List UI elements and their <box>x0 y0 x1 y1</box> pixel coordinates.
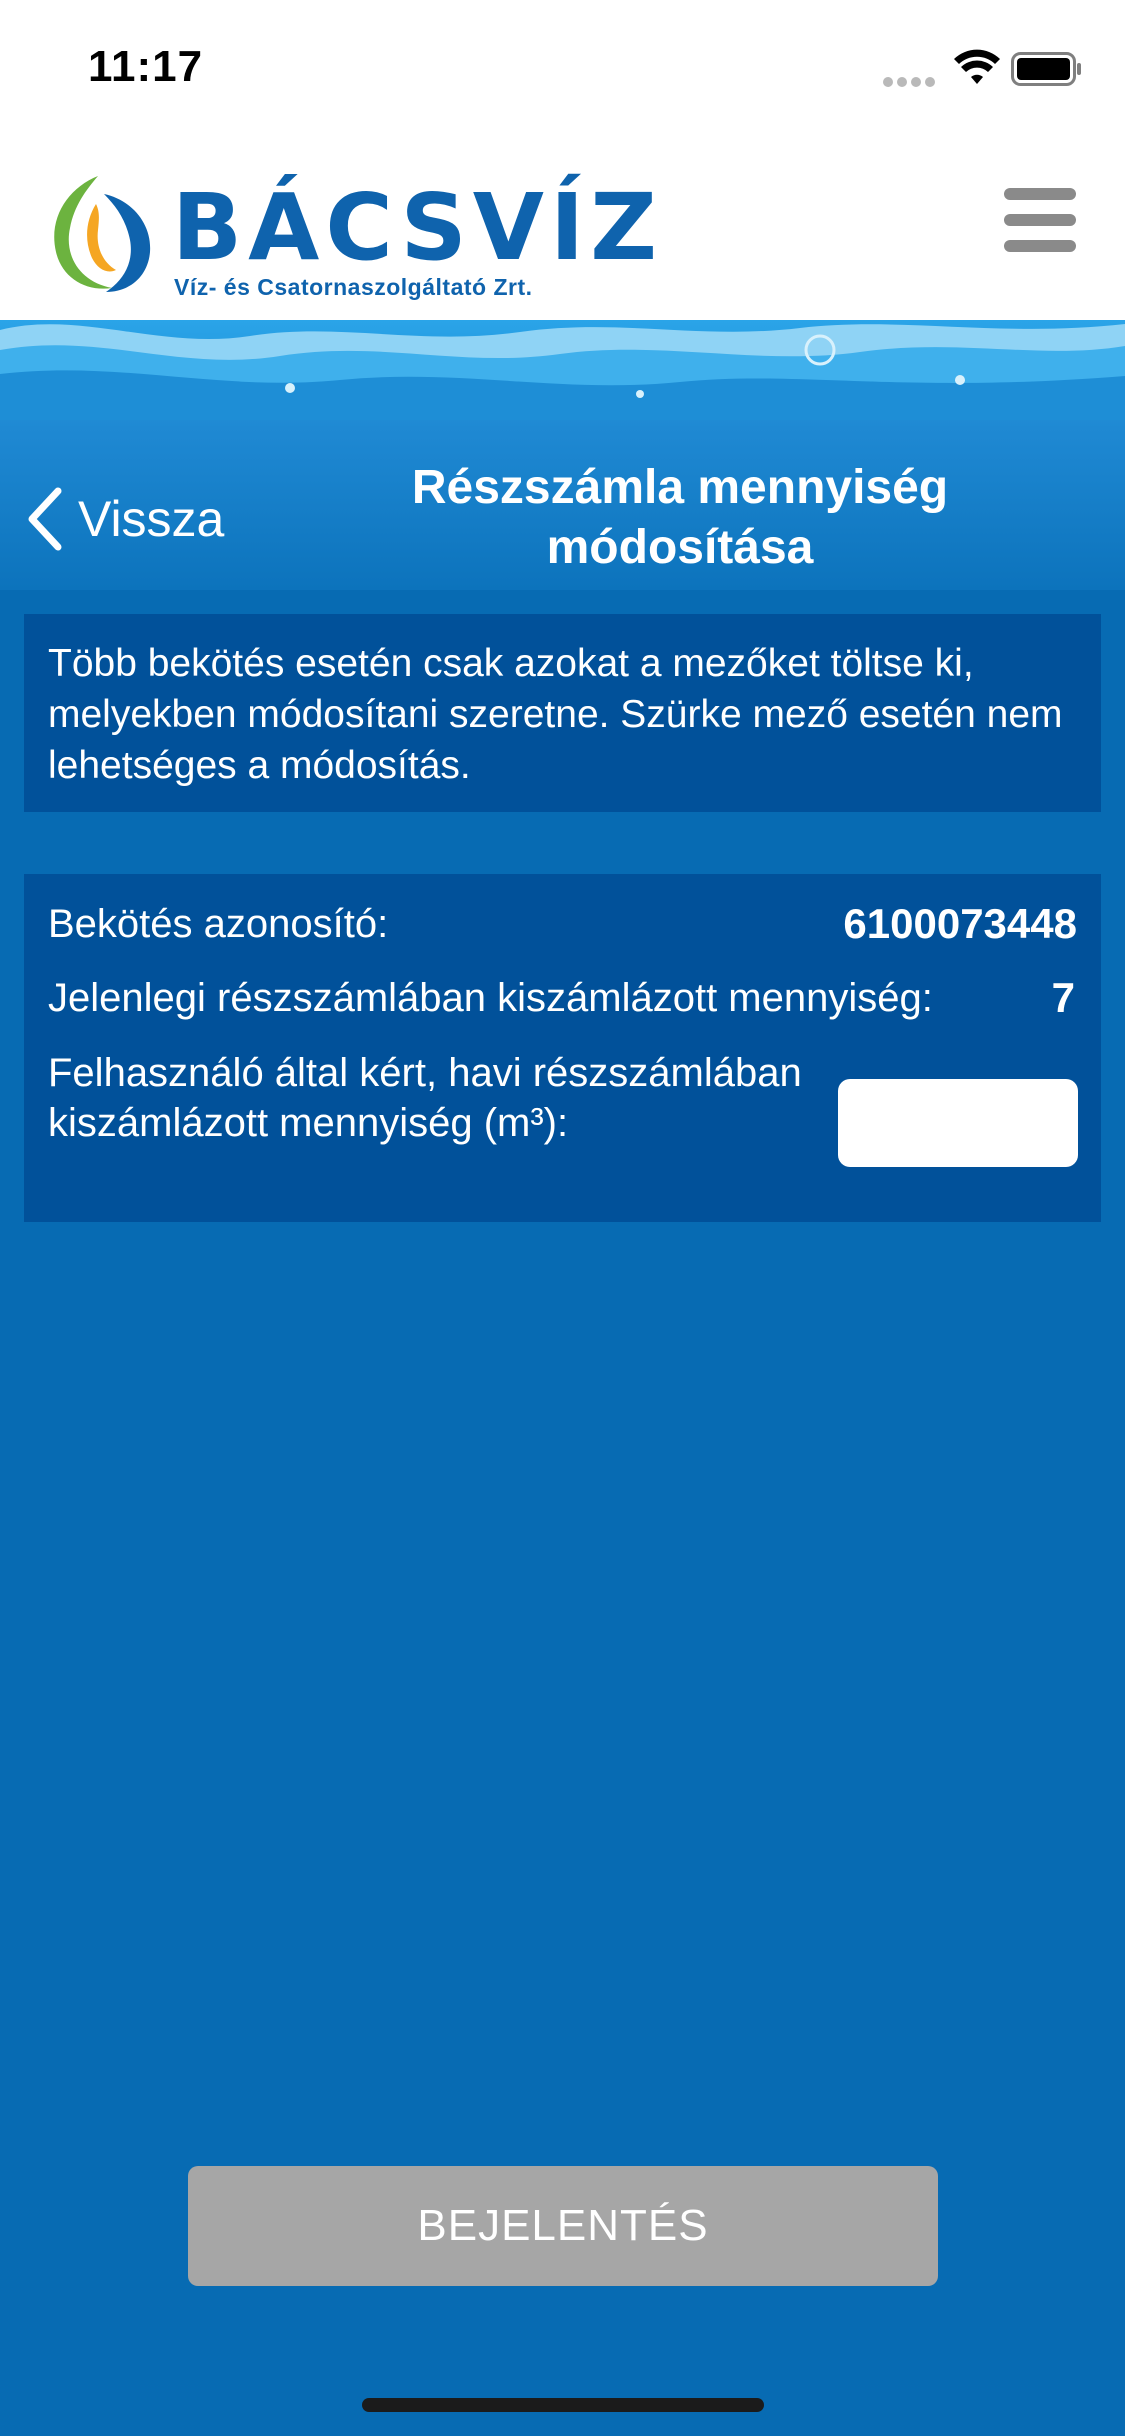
wifi-icon <box>954 49 1000 84</box>
logo-subtitle: Víz- és Csatornaszolgáltató Zrt. <box>174 274 533 300</box>
requested-quantity-label: Felhasználó által kért, havi részszámláb… <box>48 1051 802 1145</box>
back-button[interactable]: Vissza <box>24 484 264 554</box>
status-icons <box>883 48 1083 92</box>
requested-quantity-input[interactable] <box>838 1079 1078 1167</box>
cellular-signal-icon <box>883 74 939 92</box>
water-wave-decoration <box>0 324 1125 420</box>
hamburger-menu-icon[interactable] <box>1004 188 1076 252</box>
bacsviz-logo: BÁCSVÍZ Víz- és Csatornaszolgáltató Zrt. <box>40 170 657 300</box>
connection-id-label: Bekötés azonosító: <box>48 902 389 946</box>
logo-title: BÁCSVÍZ <box>172 174 663 281</box>
info-box: Több bekötés esetén csak azokat a mezőke… <box>24 614 1101 812</box>
current-quantity-value: 7 <box>1051 974 1075 1021</box>
current-quantity-label: Jelenlegi részszámlában kiszámlázott men… <box>48 976 933 1020</box>
connection-id-value: 6100073448 <box>843 900 1077 947</box>
connection-form-panel: Bekötés azonosító: 6100073448 Jelenlegi … <box>24 874 1101 1222</box>
battery-icon <box>1011 52 1081 86</box>
submit-button[interactable]: BEJELENTÉS <box>188 2166 938 2286</box>
chevron-left-icon <box>28 487 62 551</box>
back-label: Vissza <box>78 491 225 547</box>
home-indicator <box>362 2398 764 2412</box>
page-title: Részszámla mennyiség módosítása <box>411 461 949 574</box>
status-bar: 11:17 <box>0 0 1125 140</box>
water-drop-logo-icon <box>54 176 151 292</box>
status-time: 11:17 <box>88 42 204 91</box>
info-text: Több bekötés esetén csak azokat a mezőke… <box>48 642 1063 787</box>
